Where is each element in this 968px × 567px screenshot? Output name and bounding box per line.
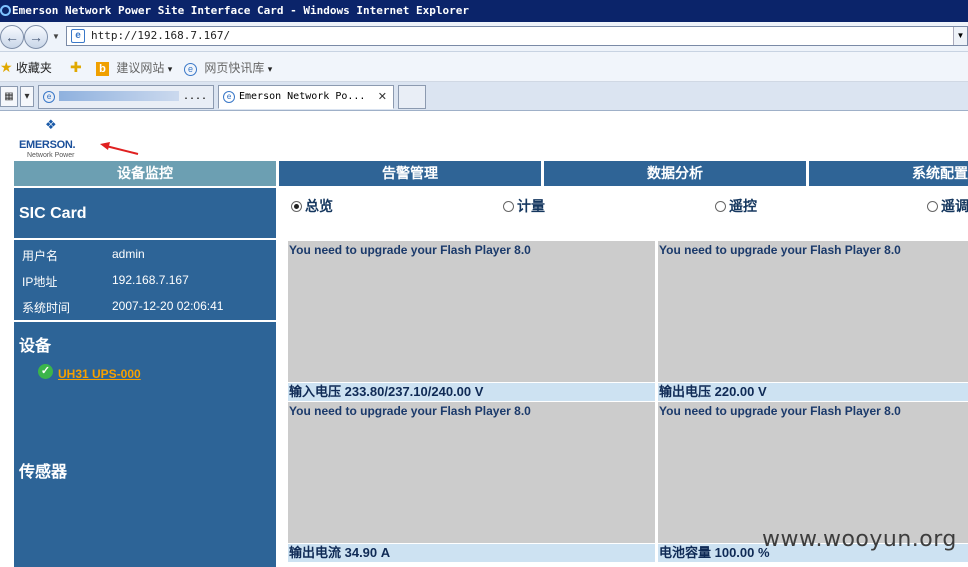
sic-card-title: SIC Card [14, 188, 276, 238]
address-toolbar: ← → ▼ e http://192.168.7.167/ ▼ [0, 22, 968, 52]
history-dropdown-icon[interactable]: ▼ [52, 32, 60, 41]
ie-page-icon: e [43, 91, 55, 103]
ie-page-icon: e [184, 63, 197, 76]
tab-blurred[interactable]: e .... [38, 85, 214, 109]
menu-system-config[interactable]: 系统配置 [809, 161, 968, 186]
url-field[interactable]: http://192.168.7.167/ [91, 29, 230, 42]
view-options: 总览 计量 遥控 遥调 [288, 196, 968, 218]
menu-alarm-management[interactable]: 告警管理 [279, 161, 541, 186]
window-title: Emerson Network Power Site Interface Car… [12, 4, 469, 17]
gauge-caption: 输出电流 34.90 A [288, 544, 655, 562]
favorites-button[interactable]: ★ 收藏夹 [0, 59, 52, 76]
info-value: admin [112, 247, 145, 261]
suggested-sites-label: 建议网站 [116, 61, 165, 75]
radio-remote-adjust[interactable]: 遥调 [927, 196, 968, 216]
address-bar[interactable]: e http://192.168.7.167/ ▼ [66, 26, 968, 46]
radio-unchecked-icon [715, 200, 726, 212]
redacted-text [59, 91, 179, 101]
add-favorites-icon[interactable]: ✚ [70, 59, 82, 76]
favorites-bar: ★ 收藏夹 ✚ b 建议网站 ▾ e 网页快讯库 ▾ [0, 52, 968, 82]
suggested-sites-button[interactable]: b 建议网站 ▾ [96, 59, 172, 76]
address-dropdown-icon[interactable]: ▼ [953, 27, 967, 45]
info-value: 192.168.7.167 [112, 273, 189, 287]
red-arrow-annotation [100, 142, 139, 155]
info-panel: 用户名 admin IP地址 192.168.7.167 系统时间 2007-1… [14, 240, 276, 320]
flash-placeholder: You need to upgrade your Flash Player 8.… [658, 241, 968, 382]
ie-page-icon: e [223, 91, 235, 103]
tab-emerson[interactable]: e Emerson Network Po... ✕ [218, 85, 394, 109]
gauge-caption: 输出电压 220.00 V [658, 383, 968, 401]
radio-metering[interactable]: 计量 [503, 196, 545, 216]
bing-icon: b [96, 62, 109, 76]
flash-placeholder: You need to upgrade your Flash Player 8.… [288, 402, 655, 543]
info-label: 系统时间 [22, 301, 71, 315]
emerson-logo: ❖ EMERSON. Network Power [19, 117, 99, 159]
flash-placeholder: You need to upgrade your Flash Player 8.… [658, 402, 968, 543]
info-label: IP地址 [22, 275, 58, 289]
emerson-mark-icon: ❖ [45, 117, 57, 132]
chevron-down-icon: ▾ [167, 64, 173, 74]
radio-overview[interactable]: 总览 [291, 196, 333, 216]
brand-sub: Network Power [27, 152, 75, 159]
new-tab-button[interactable] [398, 85, 426, 109]
page-icon: e [71, 29, 85, 43]
tab-bar: ▦ ▾ e .... e Emerson Network Po... ✕ [0, 82, 968, 111]
back-arrow-icon: ← [5, 29, 19, 45]
tab-list-dropdown-icon[interactable]: ▾ [20, 86, 34, 107]
radio-checked-icon [291, 200, 302, 212]
radio-remote-control[interactable]: 遥控 [715, 196, 757, 216]
menu-data-analysis[interactable]: 数据分析 [544, 161, 806, 186]
info-label: 用户名 [22, 249, 59, 263]
device-link[interactable]: UH31 UPS-000 [58, 367, 141, 381]
web-slice-label: 网页快讯库 [204, 61, 265, 75]
star-icon: ★ [0, 59, 13, 75]
close-tab-icon[interactable]: ✕ [378, 86, 387, 108]
menu-device-monitor[interactable]: 设备监控 [14, 161, 276, 186]
gauge-caption: 输入电压 233.80/237.10/240.00 V [288, 383, 655, 401]
chevron-down-icon: ▾ [267, 64, 273, 74]
check-icon: ✓ [38, 364, 53, 379]
brand-name: EMERSON. [19, 139, 76, 151]
device-panel: 设备 ✓ UH31 UPS-000 传感器 [14, 322, 276, 567]
quick-tabs-icon[interactable]: ▦ [0, 86, 18, 107]
web-slice-gallery-button[interactable]: e 网页快讯库 ▾ [184, 59, 272, 76]
flash-placeholder: You need to upgrade your Flash Player 8.… [288, 241, 655, 382]
info-value: 2007-12-20 02:06:41 [112, 299, 224, 313]
ie-icon [0, 5, 11, 16]
forward-arrow-icon: → [29, 29, 43, 45]
window-titlebar: Emerson Network Power Site Interface Car… [0, 0, 968, 22]
forward-button[interactable]: → [24, 25, 48, 49]
watermark: www.wooyun.org [762, 527, 957, 552]
tab-label: Emerson Network Po... [239, 91, 366, 102]
devices-heading: 设备 [19, 338, 52, 355]
back-button[interactable]: ← [0, 25, 24, 49]
sensors-heading: 传感器 [19, 464, 68, 481]
favorites-label: 收藏夹 [15, 61, 52, 75]
page-content: ❖ EMERSON. Network Power 设备监控 告警管理 数据分析 … [0, 112, 968, 567]
radio-unchecked-icon [503, 200, 514, 212]
radio-unchecked-icon [927, 200, 938, 212]
